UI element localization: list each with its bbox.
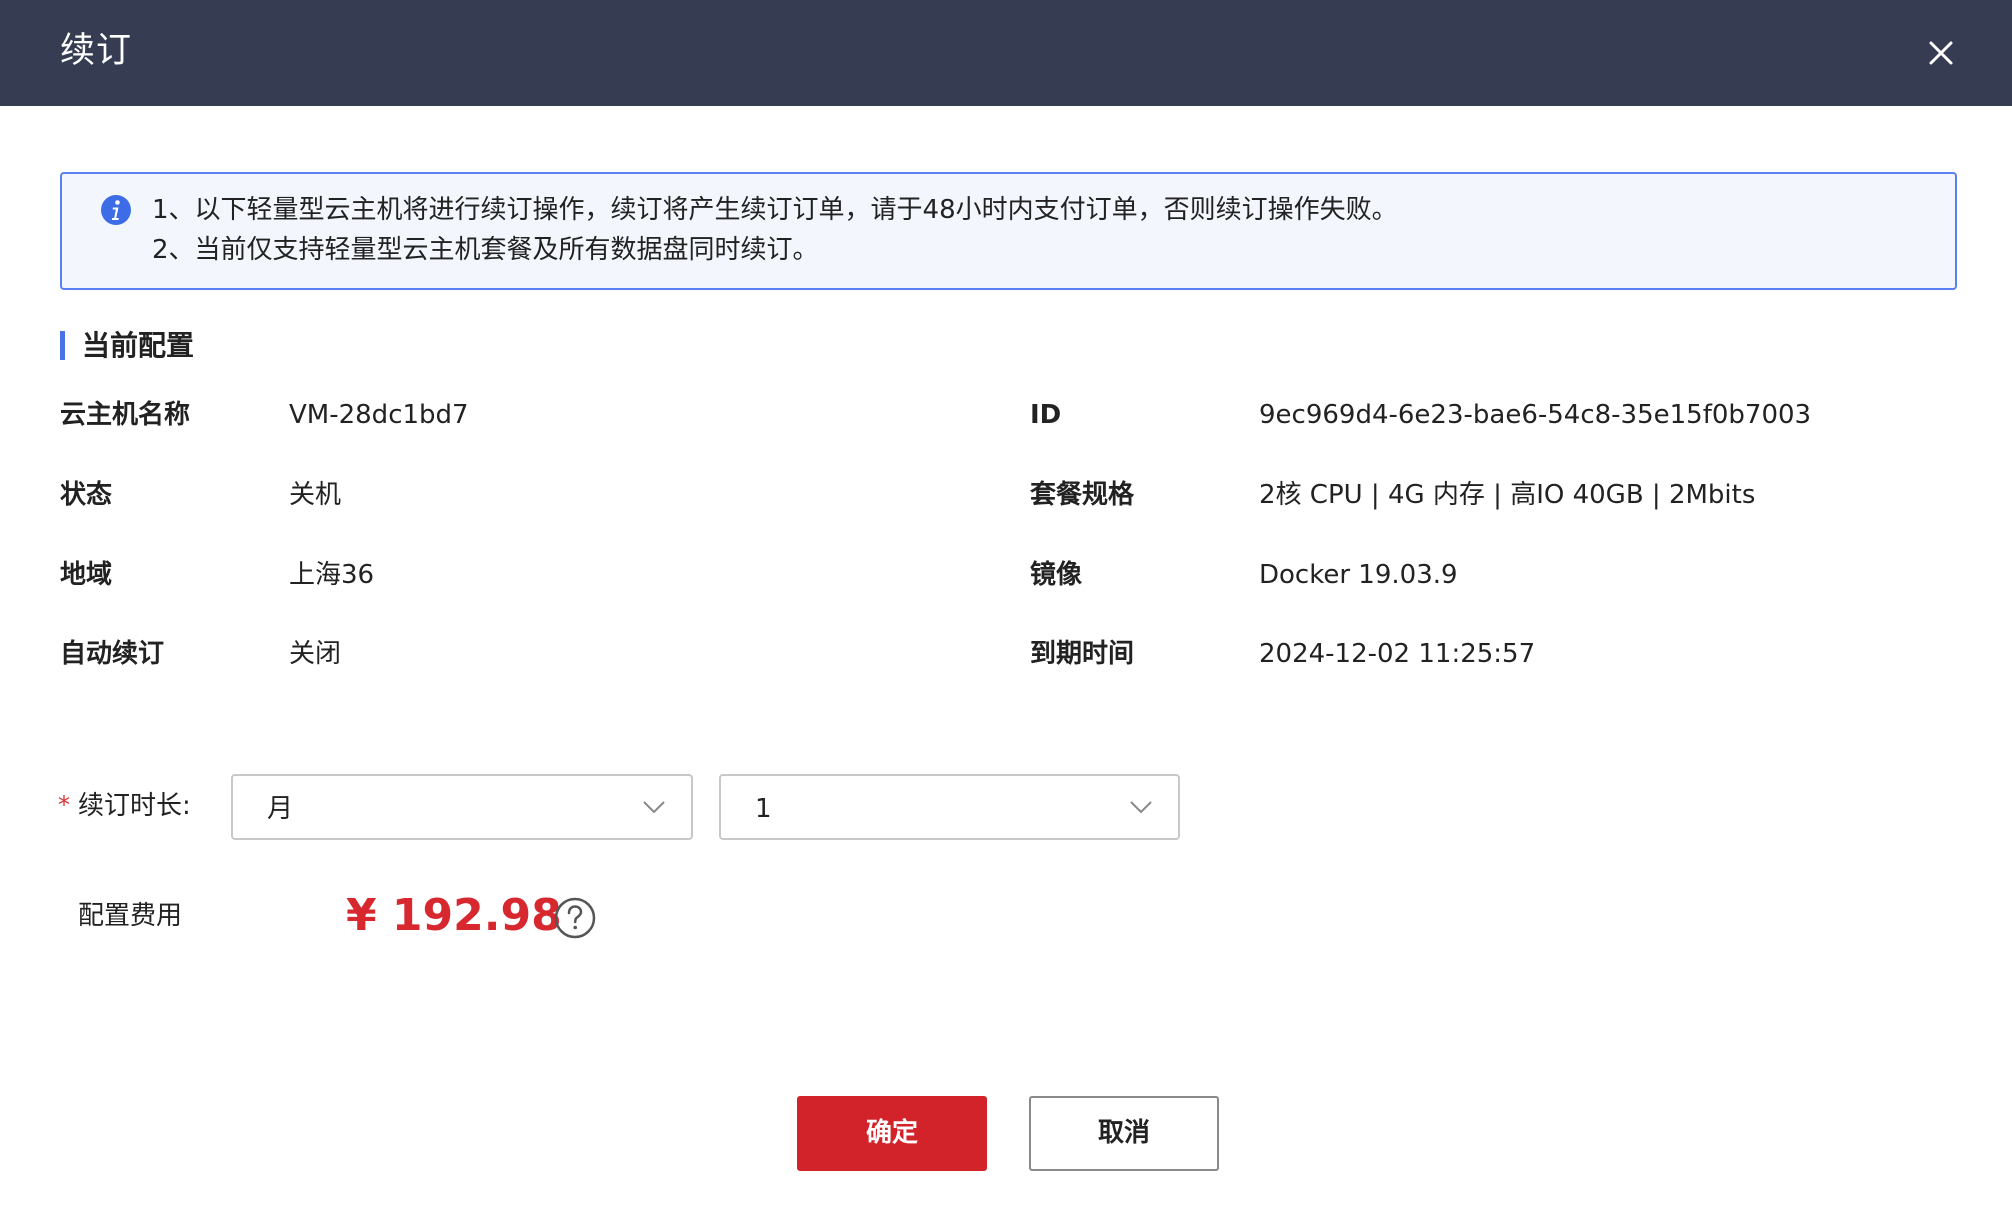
duration-unit-select[interactable]: 月 xyxy=(231,774,693,840)
question-circle-icon xyxy=(554,897,596,939)
config-label-expiry: 到期时间 xyxy=(1030,639,1135,669)
chevron-down-icon xyxy=(643,801,665,814)
config-fee-label: 配置费用 xyxy=(78,901,183,931)
config-value-id: 9ec969d4-6e23-bae6-54c8-35e15f0b7003 xyxy=(1259,400,1812,430)
notice-banner: 1、以下轻量型云主机将进行续订操作，续订将产生续订订单，请于48小时内支付订单，… xyxy=(60,172,1957,290)
notice-text-line-1: 1、以下轻量型云主机将进行续订操作，续订将产生续订订单，请于48小时内支付订单，… xyxy=(152,195,1398,225)
dialog-header: 续订 xyxy=(0,0,2012,106)
config-label-instance-name: 云主机名称 xyxy=(60,400,191,430)
config-label-plan-spec: 套餐规格 xyxy=(1030,480,1135,510)
required-mark: * xyxy=(58,791,70,819)
fee-help-button[interactable] xyxy=(553,896,597,940)
close-icon xyxy=(1929,41,1953,65)
duration-unit-value: 月 xyxy=(267,794,294,824)
config-label-region: 地域 xyxy=(60,560,113,590)
config-value-plan-spec: 2核 CPU | 4G 内存 | 高IO 40GB | 2Mbits xyxy=(1259,480,1756,510)
renew-duration-label: 续订时长: xyxy=(78,791,191,821)
config-label-status: 状态 xyxy=(60,480,113,510)
duration-count-select[interactable]: 1 xyxy=(719,774,1180,840)
info-icon xyxy=(101,195,131,225)
chevron-down-icon xyxy=(1130,801,1152,814)
notice-text-line-2: 2、当前仅支持轻量型云主机套餐及所有数据盘同时续订。 xyxy=(152,235,819,265)
section-title: 当前配置 xyxy=(82,329,195,362)
config-fee-amount: ¥ 192.98 xyxy=(346,890,562,941)
renew-dialog: 续订 1、以下轻量型云主机将进行续订操作，续订将产生续订订单，请于48小时内支付… xyxy=(0,0,2012,1220)
config-value-instance-name: VM-28dc1bd7 xyxy=(289,400,469,430)
config-label-auto-renew: 自动续订 xyxy=(60,639,165,669)
config-value-status: 关机 xyxy=(289,480,342,510)
close-button[interactable] xyxy=(1918,30,1964,76)
dialog-title: 续订 xyxy=(60,31,133,71)
config-value-image: Docker 19.03.9 xyxy=(1259,560,1458,590)
config-label-id: ID xyxy=(1030,400,1062,430)
config-label-image: 镜像 xyxy=(1030,560,1083,590)
cancel-button[interactable]: 取消 xyxy=(1029,1096,1219,1171)
section-accent-bar xyxy=(60,331,65,360)
config-value-auto-renew: 关闭 xyxy=(289,639,342,669)
confirm-button[interactable]: 确定 xyxy=(797,1096,987,1171)
config-value-region: 上海36 xyxy=(289,560,375,590)
config-value-expiry: 2024-12-02 11:25:57 xyxy=(1259,639,1536,669)
duration-count-value: 1 xyxy=(755,794,772,824)
